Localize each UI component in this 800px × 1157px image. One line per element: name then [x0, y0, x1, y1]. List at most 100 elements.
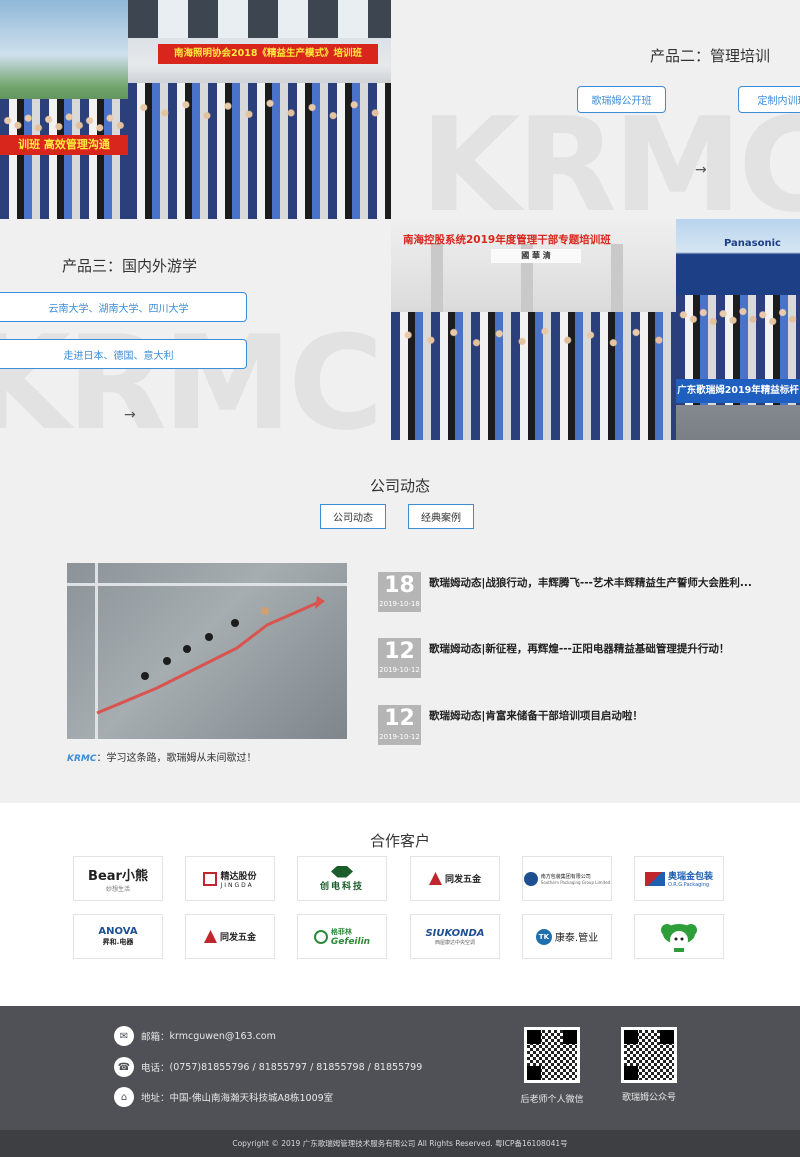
custom-inhouse-button[interactable]: 定制内训班	[738, 86, 800, 113]
page: KRMC KRMC 训班 高效管理沟通 南海照明协会2018《精益生产模式》培训…	[0, 0, 800, 1157]
krmc-logo: KRMC	[67, 754, 97, 764]
photo-staircase-group: 國 華 清 南海控股系统2019年度管理干部专题培训班	[391, 219, 676, 440]
partner-logo-text: 南方包装集团有限公司 Southern Packaging Group Limi…	[541, 873, 610, 885]
partner-logo-siukonda[interactable]: SIUKONDA 西屋康达中央空调	[410, 914, 500, 959]
partner-logo-chuangdian[interactable]: 创电科技	[297, 856, 387, 901]
featured-image[interactable]	[67, 563, 347, 739]
news-date-box: 18 2019-10-18	[378, 572, 421, 612]
phone-icon: ☎	[114, 1057, 134, 1077]
southern-mark-icon	[523, 871, 538, 886]
tab-classic-cases[interactable]: 经典案例	[408, 504, 474, 529]
qr2-caption: 歌瑞姆公众号	[621, 1093, 676, 1103]
partner-logo-main: 奥瑞金包装	[667, 872, 713, 882]
partner-logo-sub: JINGDA	[220, 881, 254, 889]
domestic-study-button[interactable]: 云南大学、湖南大学、四川大学	[0, 292, 247, 322]
crowd	[128, 83, 391, 219]
qr1-caption: 后老师个人微信	[520, 1095, 584, 1105]
wechat-official-qr	[621, 1027, 677, 1083]
address-label: 地址：	[141, 1093, 170, 1104]
news-item[interactable]: 12 2019-10-12 歌瑞姆动态|新征程，再辉煌---正阳电器精益基础管理…	[378, 638, 778, 678]
tab-company-news[interactable]: 公司动态	[320, 504, 386, 529]
partner-logo-anova[interactable]: ANOVA 昇和.电器	[73, 914, 163, 959]
news-title[interactable]: 歌瑞姆动态|战狼行动，丰辉腾飞---艺术丰辉精益生产誓师大会胜利...	[429, 575, 779, 590]
crowd	[0, 98, 128, 219]
mail-icon: ✉	[114, 1026, 134, 1046]
news-date: 2019-10-12	[379, 666, 420, 674]
news-date: 2019-10-18	[379, 600, 420, 608]
footer-email-row: ✉ 邮箱： krmcguwen@163.com	[114, 1026, 276, 1046]
wechat-personal-qr	[524, 1027, 580, 1083]
news-date-box: 12 2019-10-12	[378, 705, 421, 745]
copyright-text: Copyright © 2019 广东歌瑞姆管理技术服务有限公司 All Rig…	[232, 1139, 568, 1148]
partner-logo-main: SIUKONDA	[425, 927, 485, 939]
partner-logo-kangtai[interactable]: TK 康泰.管业	[522, 914, 612, 959]
partner-logo-gefeilin[interactable]: 格菲林 Gefeilin	[297, 914, 387, 959]
partner-logo-green-mascot[interactable]	[634, 914, 724, 959]
chuangdian-mark-icon	[331, 865, 353, 878]
overseas-study-button[interactable]: 走进日本、德国、意大利	[0, 339, 247, 369]
arrow-right-icon[interactable]: →	[695, 162, 707, 178]
org-mark-icon	[644, 871, 665, 886]
arrow-right-icon[interactable]: →	[124, 407, 136, 423]
crowd	[391, 311, 676, 440]
qr-code-icon	[624, 1030, 674, 1080]
krmc-watermark: KRMC	[420, 89, 800, 241]
footer: ✉ 邮箱： krmcguwen@163.com ☎ 电话： (0757)818557…	[0, 1006, 800, 1130]
green-mascot-icon	[661, 923, 697, 952]
news-item[interactable]: 12 2019-10-12 歌瑞姆动态|肯富来储备干部培训项目启动啦！	[378, 705, 778, 745]
partner-logo-main: 康泰.管业	[554, 933, 599, 944]
phone-label: 电话：	[141, 1063, 170, 1074]
photo-outdoor-group: 训班 高效管理沟通	[0, 0, 128, 219]
footer-address-row: ⌂ 地址： 中国-佛山南海瀚天科技城A8栋1009室	[114, 1087, 333, 1107]
partner-logo-southern-packaging[interactable]: 南方包装集团有限公司 Southern Packaging Group Limi…	[522, 856, 612, 901]
qr-code-icon	[527, 1030, 577, 1080]
partner-logo-sub: 西屋康达中央空调	[434, 939, 475, 946]
growth-arrow-icon	[96, 596, 325, 715]
partner-logo-main: 南方包装集团有限公司	[540, 873, 591, 880]
partner-logo-main: 同发五金	[219, 933, 256, 943]
partner-logo-sub: O.R.G.Packaging	[667, 882, 710, 888]
address-value: 中国-佛山南海瀚天科技城A8栋1009室	[169, 1093, 334, 1104]
partner-logo-main: 格菲林	[330, 927, 352, 936]
partner-logo-bear[interactable]: Bear小熊 妙想生活	[73, 856, 163, 901]
photo-banner: 广东歌瑞姆2019年精益标杆	[676, 379, 800, 403]
open-class-button[interactable]: 歌瑞姆公开班	[577, 86, 666, 113]
footer-bottom-bar: Copyright © 2019 广东歌瑞姆管理技术服务有限公司 All Rig…	[0, 1130, 800, 1157]
product-two-title: 产品二：管理培训	[650, 47, 771, 65]
partner-logo-text: 精达股份 JINGDA	[220, 869, 256, 889]
partner-logo-sub: 昇和.电器	[102, 938, 134, 946]
photo-brand: Panasonic	[724, 238, 781, 249]
news-section-title: 公司动态	[369, 477, 430, 495]
partners-section-title: 合作客户	[369, 832, 430, 850]
caption-text: ：学习这条路，歌瑞姆从未间歇过！	[96, 753, 257, 764]
partner-logo-main: 精达股份	[220, 871, 257, 882]
news-title[interactable]: 歌瑞姆动态|新征程，再辉煌---正阳电器精益基础管理提升行动！	[429, 641, 779, 656]
featured-caption: KRMC：学习这条路，歌瑞姆从未间歇过！	[67, 749, 256, 764]
news-date-box: 12 2019-10-12	[378, 638, 421, 678]
news-item[interactable]: 18 2019-10-18 歌瑞姆动态|战狼行动，丰辉腾飞---艺术丰辉精益生产…	[378, 572, 778, 612]
partner-logo-tongfa[interactable]: 同发五金	[410, 856, 500, 901]
partner-logo-main: 同发五金	[444, 875, 481, 885]
kangtai-mark-icon: TK	[535, 928, 552, 945]
photo-plaque: 國 華 清	[491, 249, 581, 263]
news-day: 12	[384, 706, 415, 731]
partner-logo-org[interactable]: 奥瑞金包装 O.R.G.Packaging	[634, 856, 724, 901]
footer-phone-row: ☎ 电话： (0757)81855796 / 81855797 / 8185579…	[114, 1057, 422, 1077]
photo-banner: 南海照明协会2018《精益生产模式》培训班	[158, 44, 378, 64]
krmc-watermark: KRMC	[0, 307, 384, 440]
partner-logo-tongfa[interactable]: 同发五金	[185, 914, 275, 959]
news-section: 公司动态 公司动态 经典案例 KRMC：学习这条路，歌瑞姆从未间歇过！ 18 2…	[0, 440, 800, 803]
partner-logo-text: 格菲林 Gefeilin	[331, 927, 370, 947]
tongfa-mark-icon	[428, 872, 442, 885]
partner-logo-sub: Southern Packaging Group Limited	[540, 879, 611, 885]
jingda-mark-icon	[203, 871, 218, 886]
news-date: 2019-10-12	[379, 733, 420, 741]
news-day: 12	[384, 639, 415, 664]
products-section: KRMC KRMC 训班 高效管理沟通 南海照明协会2018《精益生产模式》培训…	[0, 0, 800, 440]
photo-banner: 训班 高效管理沟通	[0, 135, 128, 155]
partner-logo-jingda[interactable]: 精达股份 JINGDA	[185, 856, 275, 901]
news-title[interactable]: 歌瑞姆动态|肯富来储备干部培训项目启动啦！	[429, 708, 779, 723]
tongfa-mark-icon	[203, 930, 217, 943]
email-value[interactable]: krmcguwen@163.com	[170, 1031, 276, 1042]
gefeilin-mark-icon	[313, 929, 328, 944]
